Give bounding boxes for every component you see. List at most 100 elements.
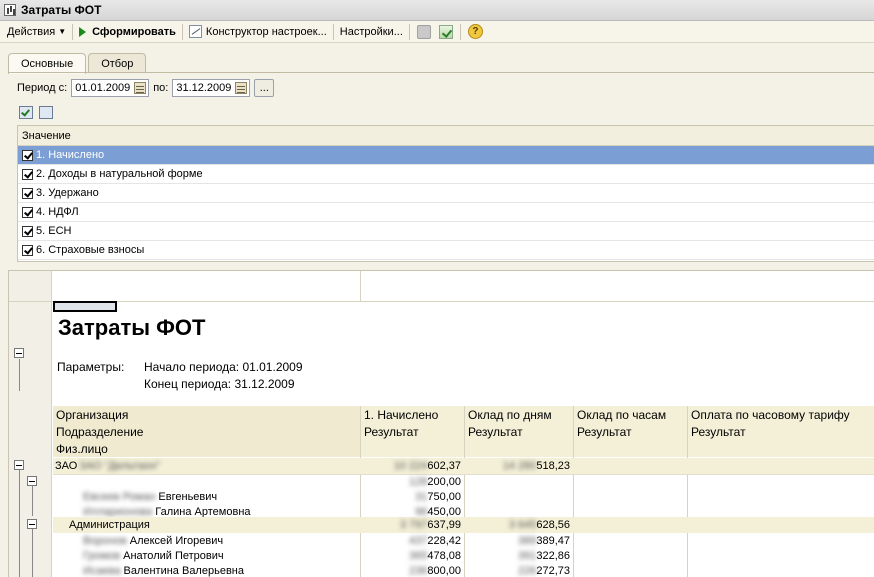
- value-label: 4. НДФЛ: [36, 206, 79, 218]
- help-icon[interactable]: ?: [467, 24, 483, 39]
- accrued-value: 31 750,00: [415, 490, 461, 503]
- chevron-down-icon: ▼: [58, 27, 67, 36]
- grid-line: [9, 301, 874, 302]
- tab-main-label: Основные: [21, 58, 74, 70]
- value-label: 6. Страховые взносы: [36, 244, 145, 256]
- uncheck-all-icon[interactable]: [39, 106, 53, 119]
- row-name: Евсеев Роман Евгеньевич: [83, 490, 218, 503]
- group-line: [32, 486, 33, 516]
- generate-label: Сформировать: [92, 25, 176, 38]
- period-row: Период с: 01.01.2009 по: 31.12.2009 ...: [17, 79, 275, 97]
- collapse-group-icon[interactable]: [14, 348, 24, 358]
- settings-button[interactable]: Настройки...: [337, 23, 406, 41]
- actions-label: Действия: [7, 25, 56, 38]
- period-to-label: по:: [153, 82, 169, 94]
- settings-label: Настройки...: [339, 25, 403, 38]
- column-header-daily-salary: Оклад по дням: [465, 406, 573, 423]
- collapse-group-icon[interactable]: [14, 460, 24, 470]
- report-app-icon: [4, 4, 16, 16]
- column-header-hourly-salary: Оклад по часам: [574, 406, 687, 423]
- value-row[interactable]: 6. Страховые взносы: [18, 241, 874, 260]
- settings-constructor-button[interactable]: Конструктор настроек...: [186, 23, 330, 41]
- load-settings-icon[interactable]: [438, 24, 453, 39]
- period-select-label: ...: [259, 82, 269, 94]
- daily-salary-value: 226 272,73: [517, 564, 570, 577]
- value-row[interactable]: 5. ЕСН: [18, 222, 874, 241]
- value-checkbox[interactable]: [22, 244, 33, 256]
- period-end-text: Конец периода: 31.12.2009: [144, 377, 295, 391]
- period-from-value: 01.01.2009: [75, 82, 131, 94]
- value-label: 5. ЕСН: [36, 225, 72, 237]
- row-name: ЗАО ЗАО "Дельтаон": [55, 459, 161, 472]
- value-checkbox[interactable]: [22, 206, 33, 218]
- tab-main[interactable]: Основные: [8, 53, 87, 74]
- value-checkbox[interactable]: [22, 168, 33, 180]
- collapse-group-icon[interactable]: [27, 519, 37, 529]
- play-icon: [79, 26, 87, 37]
- accrued-value: 236 800,00: [408, 564, 461, 577]
- value-row[interactable]: 4. НДФЛ: [18, 203, 874, 222]
- value-row[interactable]: 1. Начислено: [18, 146, 874, 165]
- calendar-icon[interactable]: [235, 82, 248, 94]
- values-column-header: Значение: [22, 129, 71, 142]
- value-checkbox[interactable]: [22, 149, 33, 161]
- tab-filter-label: Отбор: [101, 57, 134, 70]
- collapse-group-icon[interactable]: [27, 476, 37, 486]
- value-label: 2. Доходы в натуральной форме: [36, 168, 203, 180]
- report-spreadsheet[interactable]: Затраты ФОТ Параметры: Начало периода: 0…: [8, 270, 874, 577]
- row-header-department: Подразделение: [53, 423, 360, 440]
- column-header-daily-salary-result: Результат: [465, 423, 573, 440]
- tab-bar: Основные Отбор: [8, 53, 148, 74]
- grid-line: [573, 406, 574, 577]
- check-all-icon[interactable]: [19, 106, 33, 119]
- list-actions: [19, 106, 59, 119]
- toolbar-separator: [459, 23, 461, 40]
- column-header-accrued-result: Результат: [361, 423, 464, 440]
- column-header-accrued: 1. Начислено: [361, 406, 464, 423]
- daily-salary-value: 3 645 628,56: [508, 518, 570, 531]
- grouping-margin: [9, 271, 52, 577]
- group-line: [19, 470, 20, 577]
- accrued-value: 365 478,08: [408, 549, 461, 562]
- report-title: Затраты ФОТ: [58, 315, 206, 340]
- window-title: Затраты ФОТ: [21, 3, 102, 17]
- value-row[interactable]: 3. Удержано: [18, 184, 874, 203]
- row-name: Администрация: [69, 518, 150, 531]
- toolbar: Действия ▼ Сформировать Конструктор наст…: [0, 21, 874, 43]
- period-to-value: 31.12.2009: [176, 82, 232, 94]
- daily-salary-value: 389 389,47: [517, 534, 570, 547]
- row-header-organization: Организация: [53, 406, 360, 423]
- daily-salary-value: 391 322,86: [517, 549, 570, 562]
- actions-menu-button[interactable]: Действия ▼: [4, 23, 69, 41]
- grid-line: [687, 406, 688, 577]
- values-table: Значение 1. Начислено 2. Доходы в натура…: [17, 125, 874, 262]
- value-checkbox[interactable]: [22, 225, 33, 237]
- accrued-value: 3 797 637,99: [399, 518, 461, 531]
- group-line: [19, 359, 20, 391]
- grid-line: [360, 271, 361, 301]
- save-settings-icon[interactable]: [416, 24, 431, 39]
- group-line: [32, 529, 33, 577]
- generate-button[interactable]: Сформировать: [76, 23, 179, 41]
- toolbar-separator: [181, 23, 183, 40]
- row-header-person: Физ.лицо: [53, 440, 360, 457]
- column-header-hourly-salary-result: Результат: [574, 423, 687, 440]
- row-name: Воронов Алексей Игоревич: [83, 534, 224, 547]
- accrued-value: 437 228,42: [408, 534, 461, 547]
- value-label: 1. Начислено: [36, 149, 105, 161]
- period-to-input[interactable]: 31.12.2009: [172, 79, 251, 97]
- period-from-input[interactable]: 01.01.2009: [71, 79, 150, 97]
- period-from-label: Период с:: [17, 82, 68, 94]
- calendar-icon[interactable]: [134, 82, 147, 94]
- value-row[interactable]: 2. Доходы в натуральной форме: [18, 165, 874, 184]
- period-select-button[interactable]: ...: [254, 79, 275, 97]
- column-header-hourly-rate-result: Результат: [688, 423, 874, 440]
- window-titlebar: Затраты ФОТ: [0, 0, 874, 21]
- toolbar-separator: [72, 23, 74, 40]
- value-checkbox[interactable]: [22, 187, 33, 199]
- tab-filter[interactable]: Отбор: [88, 53, 147, 73]
- row-name: Громов Анатолий Петрович: [83, 549, 224, 562]
- constructor-icon: [188, 25, 202, 38]
- column-header-hourly-rate: Оплата по часовому тарифу: [688, 406, 874, 423]
- value-label: 3. Удержано: [36, 187, 99, 199]
